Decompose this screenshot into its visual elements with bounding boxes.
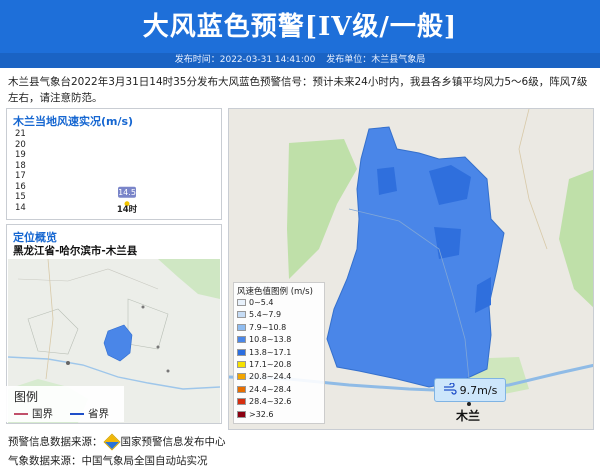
color-legend-label: 0~5.4 [249, 298, 274, 307]
color-legend-label: 5.4~7.9 [249, 310, 282, 320]
color-legend-row: 20.8~24.4 [237, 372, 291, 381]
town-label: 木兰 [456, 409, 481, 423]
wind-speed-chart: 14.5 14时 [117, 186, 138, 213]
data-label: 14.5 [118, 188, 136, 197]
warning-source-label: 预警信息数据来源： [8, 436, 103, 448]
color-legend-label: >32.6 [249, 409, 274, 419]
alert-header: 大风蓝色预警[IV级/一般] [0, 0, 600, 53]
color-legend-label: 7.9~10.8 [249, 322, 287, 332]
wind-speed-badge[interactable]: 9.7m/s [434, 378, 506, 402]
alert-title: 大风蓝色预警[IV级/一般] [142, 12, 458, 42]
wind-speed-title: 木兰当地风速实况(m/s) [13, 115, 134, 128]
alert-description: 木兰县气象台2022年3月31日14时35分发布大风蓝色预警信号：预计未来24小… [8, 76, 588, 104]
color-legend-label: 20.8~24.4 [249, 372, 292, 382]
color-swatch [237, 398, 246, 406]
y-tick-label: 14 [15, 203, 26, 213]
color-legend-label: 24.4~28.4 [249, 384, 292, 394]
wind-speed-panel: 木兰当地风速实况(m/s) 21 20 19 18 17 16 15 14 14.5 14时 [6, 108, 222, 220]
provincial-border-swatch [70, 412, 84, 415]
warning-center-logo-icon [103, 433, 120, 450]
color-swatch [237, 373, 246, 381]
publisher: 发布单位：木兰县气象局 [326, 55, 426, 65]
publish-time: 发布时间：2022-03-31 14:41:00 [174, 55, 316, 65]
y-tick-label: 18 [15, 160, 26, 171]
wind-icon [443, 381, 457, 398]
warning-source-name[interactable]: 国家预警信息发布中心 [121, 434, 226, 449]
y-tick-label: 21 [15, 129, 26, 139]
y-tick-label: 19 [15, 150, 26, 161]
y-tick-label: 16 [15, 181, 26, 192]
color-legend-label: 17.1~20.8 [249, 360, 292, 369]
color-swatch [237, 336, 246, 344]
wind-color-legend: 风速色值图例 (m/s) 0~5.4 5.4~7.9 7.9~10.8 10.8~13… [233, 282, 325, 424]
color-legend-row: 0~5.4 [237, 298, 274, 307]
color-legend-label: 13.8~17.1 [249, 347, 292, 357]
color-swatch [237, 311, 246, 319]
color-swatch [237, 361, 246, 368]
color-swatch [237, 348, 246, 356]
alert-meta-bar: 发布时间：2022-03-31 14:41:00 发布单位：木兰县气象局 [0, 53, 600, 68]
color-swatch [237, 410, 246, 418]
y-tick-label: 20 [15, 139, 26, 150]
color-legend-row: 24.4~28.4 [237, 385, 291, 394]
map-legend: 图例 国界 省界 [4, 386, 124, 422]
warning-source-line: 预警信息数据来源： 国家预警信息发布中心 [8, 433, 226, 450]
color-legend-row: 13.8~17.1 [237, 348, 291, 357]
wind-speed-value: 9.7m/s [459, 383, 498, 397]
color-swatch [237, 299, 246, 306]
y-tick-label: 15 [15, 192, 26, 203]
color-legend-row: >32.6 [237, 410, 274, 419]
color-legend-row: 5.4~7.9 [237, 310, 281, 319]
y-tick-label: 17 [15, 171, 26, 182]
national-border-label: 国界 [32, 408, 53, 420]
weather-source-line: 气象数据来源：中国气象局全国自动站实况 [8, 455, 208, 467]
legend-national-border: 国界 [14, 406, 53, 421]
town-marker [467, 402, 471, 406]
color-legend-label: 10.8~13.8 [249, 335, 292, 345]
color-legend-row: 17.1~20.8 [237, 360, 291, 369]
color-swatch [237, 385, 246, 393]
color-legend-label: 28.4~32.6 [249, 397, 292, 407]
legend-provincial-border: 省界 [70, 406, 109, 421]
color-legend-title: 风速色值图例 (m/s) [237, 287, 313, 297]
national-border-swatch [14, 412, 28, 415]
color-legend-row: 10.8~13.8 [237, 335, 291, 344]
map-legend-title: 图例 [14, 390, 39, 404]
provincial-border-label: 省界 [88, 408, 109, 420]
x-tick-label: 14时 [117, 204, 138, 213]
color-swatch [237, 323, 246, 331]
color-legend-row: 7.9~10.8 [237, 323, 286, 332]
location-path: 黑龙江省-哈尔滨市-木兰县 [13, 245, 138, 257]
color-legend-row: 28.4~32.6 [237, 397, 291, 406]
